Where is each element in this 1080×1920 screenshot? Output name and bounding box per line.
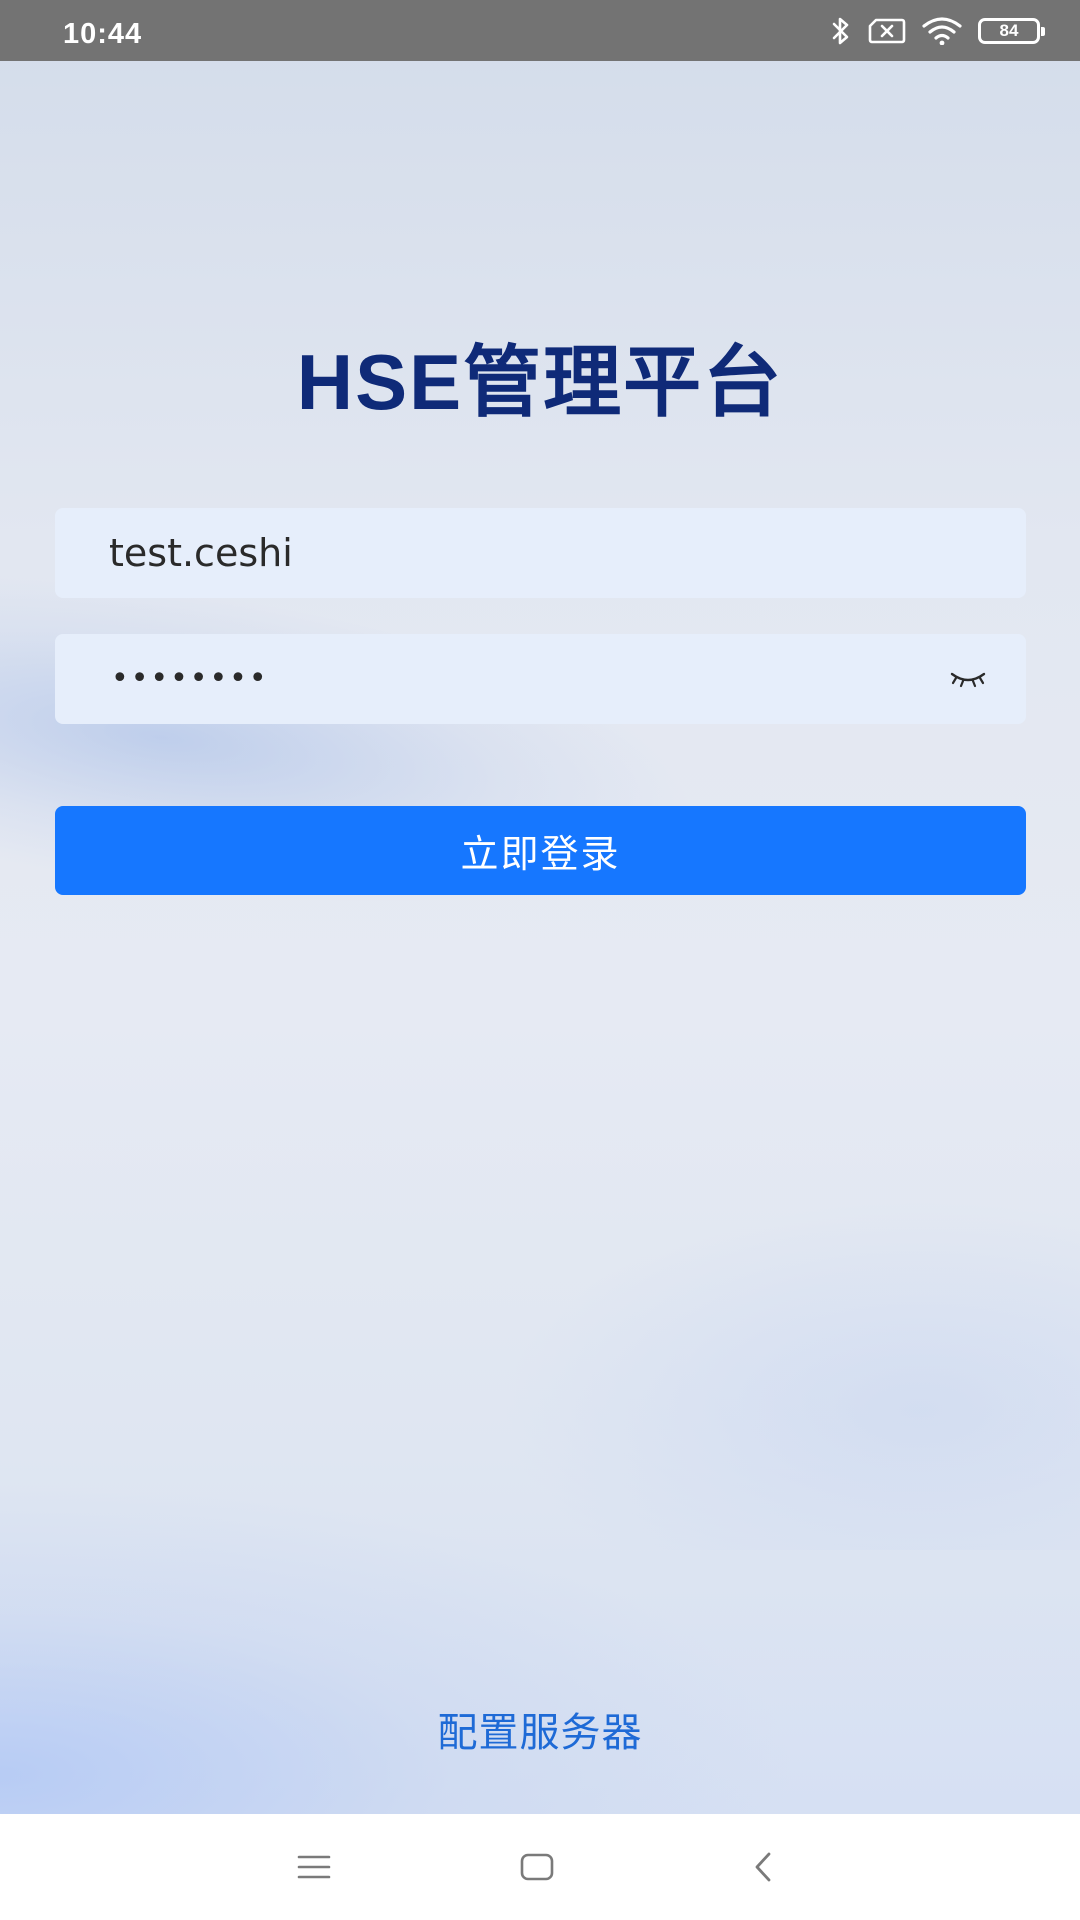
battery-icon: 84 — [978, 18, 1045, 44]
menu-icon[interactable] — [289, 1842, 339, 1892]
no-sim-icon — [868, 18, 906, 44]
eye-closed-icon[interactable] — [948, 664, 988, 694]
system-nav-bar — [0, 1814, 1080, 1920]
page-title: HSE管理平台 — [296, 338, 784, 426]
battery-level: 84 — [999, 21, 1019, 40]
bluetooth-icon — [830, 16, 852, 46]
password-field-container[interactable]: •••••••• — [55, 634, 1026, 724]
back-icon[interactable] — [738, 1842, 788, 1892]
username-field[interactable] — [109, 508, 929, 598]
wifi-icon — [922, 17, 962, 45]
login-screen: 10:44 84 HSE管理平台 test.ceshi •••••••• 立即登… — [0, 0, 1080, 1920]
status-icons: 84 — [830, 16, 1045, 46]
login-button[interactable]: 立即登录 — [55, 806, 1026, 895]
username-field-container — [55, 508, 1026, 598]
config-server-link[interactable]: 配置服务器 — [0, 1700, 1080, 1758]
home-icon[interactable] — [512, 1842, 562, 1892]
status-time: 10:44 — [63, 18, 143, 50]
password-field[interactable]: •••••••• — [111, 634, 269, 724]
status-bar: 10:44 84 — [0, 0, 1080, 61]
